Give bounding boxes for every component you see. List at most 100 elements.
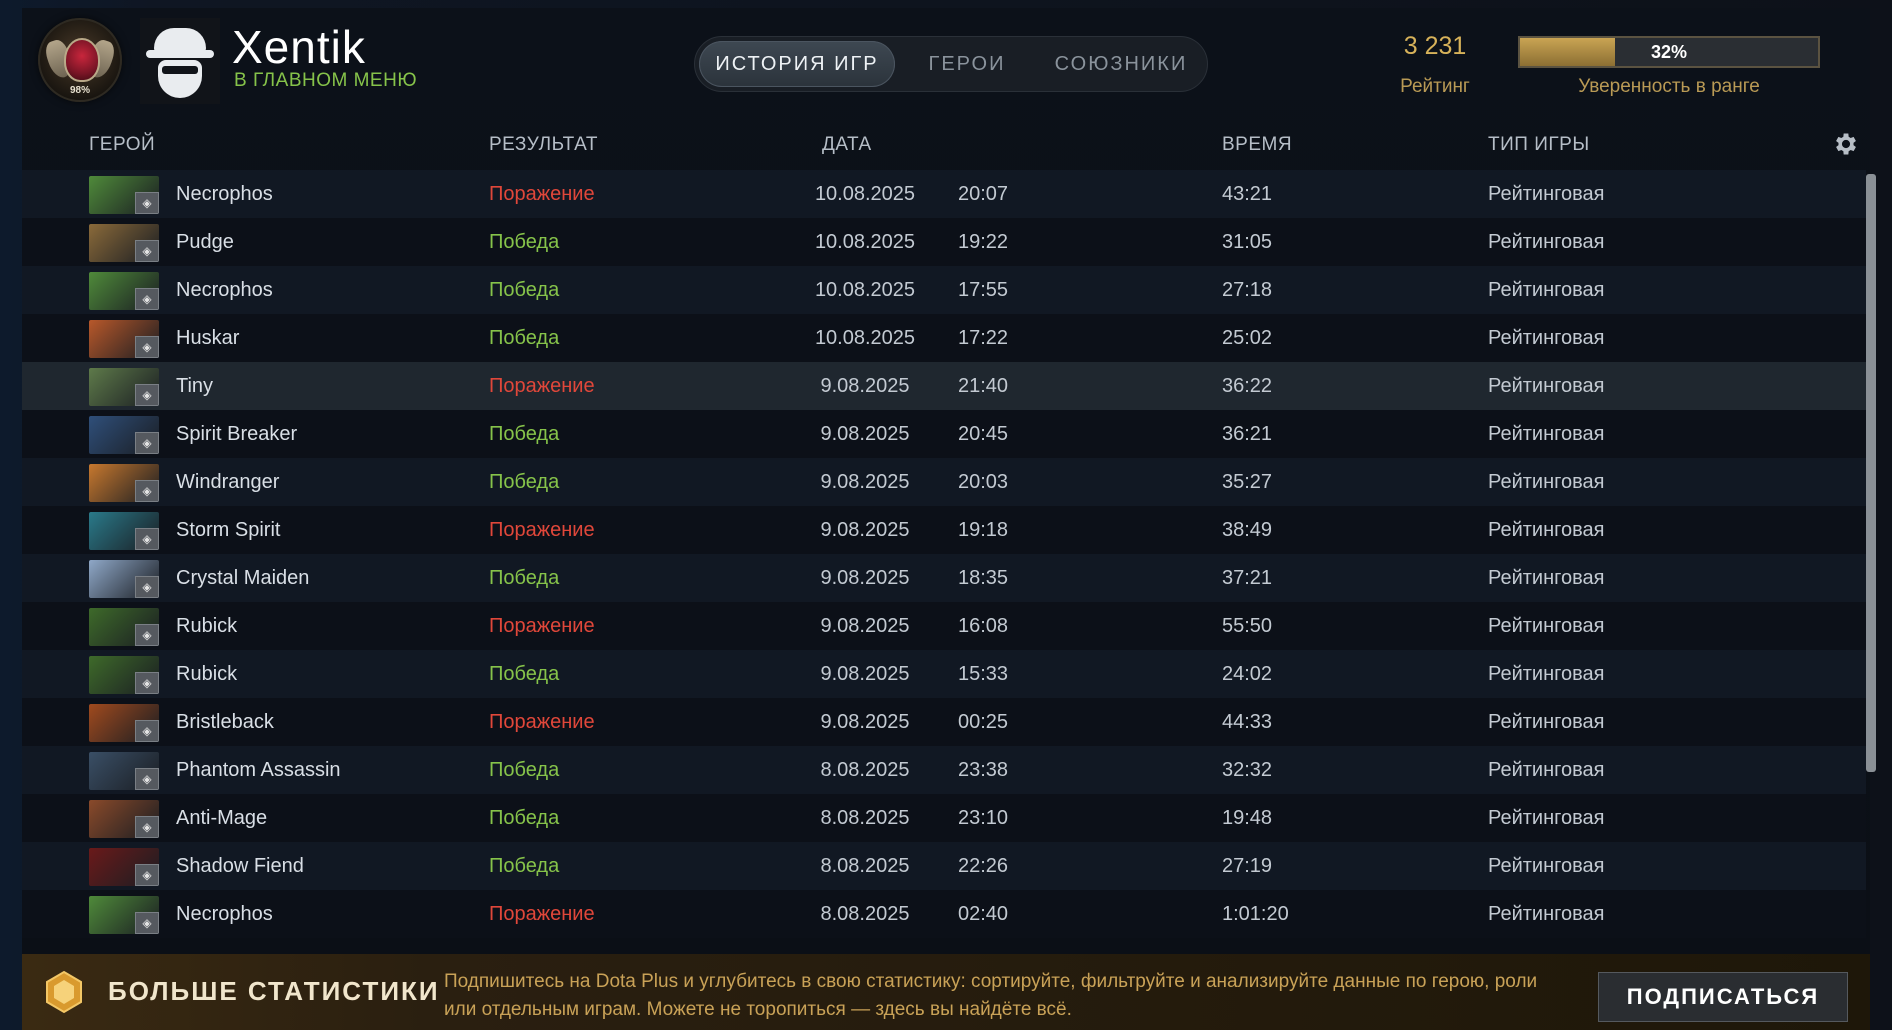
game-type: Рейтинговая (1488, 279, 1605, 301)
rating-value: 3 231 (1403, 32, 1467, 60)
game-type: Рейтинговая (1488, 711, 1605, 733)
column-header-date[interactable]: ДАТА (822, 134, 872, 156)
match-date: 10.08.2025 (814, 327, 916, 349)
hero-role-icon: ◈ (135, 912, 159, 934)
match-duration: 36:22 (1222, 375, 1273, 397)
table-row[interactable]: ◈ Pudge Победа 10.08.2025 19:22 31:05 Рейтинго… (22, 218, 1866, 266)
hero-name: Bristleback (176, 711, 274, 733)
column-header-duration[interactable]: ВРЕМЯ (1222, 134, 1292, 156)
table-row[interactable]: ◈ Necrophos Поражение 8.08.2025 02:40 1:01:20… (22, 890, 1866, 938)
match-time: 21:40 (958, 375, 1009, 397)
hero-name: Crystal Maiden (176, 567, 310, 589)
match-result: Победа (489, 327, 560, 349)
game-type: Рейтинговая (1488, 327, 1605, 349)
hero-portrait: ◈ (89, 176, 159, 214)
match-date: 9.08.2025 (820, 423, 910, 445)
hero-name: Spirit Breaker (176, 423, 298, 445)
game-type: Рейтинговая (1488, 519, 1605, 541)
match-time: 15:33 (958, 663, 1009, 685)
table-row[interactable]: ◈ Rubick Поражение 9.08.2025 16:08 55:50 Рейти… (22, 602, 1866, 650)
rank-medal-icon[interactable]: 98% (38, 18, 122, 102)
hero-role-icon: ◈ (135, 240, 159, 262)
column-header-game-type[interactable]: ТИП ИГРЫ (1488, 134, 1590, 156)
hero-portrait: ◈ (89, 416, 159, 454)
table-row[interactable]: ◈ Huskar Победа 10.08.2025 17:22 25:02 Рейтинг… (22, 314, 1866, 362)
hero-name: Phantom Assassin (176, 759, 341, 781)
table-row[interactable]: ◈ Crystal Maiden Победа 9.08.2025 18:35 37:21… (22, 554, 1866, 602)
hero-name: Huskar (176, 327, 240, 349)
table-row[interactable]: ◈ Tiny Поражение 9.08.2025 21:40 36:22 Рейтинг… (22, 362, 1866, 410)
match-duration: 35:27 (1222, 471, 1273, 493)
hero-role-icon: ◈ (135, 768, 159, 790)
table-row[interactable]: ◈ Spirit Breaker Победа 9.08.2025 20:45 36:21… (22, 410, 1866, 458)
match-time: 17:22 (958, 327, 1009, 349)
tab-allies[interactable]: СОЮЗНИКИ (1039, 41, 1203, 87)
rank-percent: 98% (69, 85, 90, 96)
hero-role-icon: ◈ (135, 720, 159, 742)
game-type: Рейтинговая (1488, 183, 1605, 205)
game-type: Рейтинговая (1488, 759, 1605, 781)
hero-name: Windranger (176, 471, 280, 493)
match-duration: 38:49 (1222, 519, 1273, 541)
match-time: 16:08 (958, 615, 1009, 637)
game-type: Рейтинговая (1488, 903, 1605, 925)
table-row[interactable]: ◈ Rubick Победа 9.08.2025 15:33 24:02 Рейтинго… (22, 650, 1866, 698)
hero-portrait: ◈ (89, 368, 159, 406)
game-type: Рейтинговая (1488, 567, 1605, 589)
column-header-result[interactable]: РЕЗУЛЬТАТ (489, 134, 598, 156)
match-result: Поражение (489, 903, 595, 925)
match-date: 8.08.2025 (820, 855, 910, 877)
hero-portrait: ◈ (89, 704, 159, 742)
hero-name: Rubick (176, 663, 238, 685)
tab-match-history[interactable]: ИСТОРИЯ ИГР (699, 41, 895, 87)
match-date: 9.08.2025 (820, 663, 910, 685)
table-row[interactable]: ◈ Windranger Победа 9.08.2025 20:03 35:27 Рейт… (22, 458, 1866, 506)
table-row[interactable]: ◈ Necrophos Победа 10.08.2025 17:55 27:18 Рейт… (22, 266, 1866, 314)
match-date: 8.08.2025 (820, 759, 910, 781)
scrollbar[interactable] (1866, 174, 1876, 772)
match-result: Победа (489, 663, 560, 685)
hero-name: Tiny (176, 375, 214, 397)
tab-heroes[interactable]: ГЕРОИ (899, 41, 1035, 87)
match-date: 9.08.2025 (820, 711, 910, 733)
settings-gear-icon[interactable] (1832, 130, 1860, 158)
match-history-table: ◈ Necrophos Поражение 10.08.2025 20:07 43:21 Р… (22, 170, 1866, 938)
match-result: Победа (489, 567, 560, 589)
avatar[interactable] (140, 18, 220, 104)
match-date: 9.08.2025 (820, 567, 910, 589)
match-duration: 55:50 (1222, 615, 1273, 637)
rating-label: Рейтинг (1400, 76, 1470, 97)
match-time: 20:03 (958, 471, 1009, 493)
table-row[interactable]: ◈ Phantom Assassin Победа 8.08.2025 23:38 32:… (22, 746, 1866, 794)
subscribe-button[interactable]: ПОДПИСАТЬСЯ (1598, 972, 1848, 1022)
hero-name: Pudge (176, 231, 234, 253)
table-row[interactable]: ◈ Shadow Fiend Победа 8.08.2025 22:26 27:19 Ре… (22, 842, 1866, 890)
match-time: 19:18 (958, 519, 1009, 541)
column-header-hero[interactable]: ГЕРОЙ (89, 134, 155, 156)
match-result: Поражение (489, 711, 595, 733)
match-result: Победа (489, 807, 560, 829)
hero-role-icon: ◈ (135, 336, 159, 358)
hero-role-icon: ◈ (135, 672, 159, 694)
game-type: Рейтинговая (1488, 615, 1605, 637)
dota-plus-icon (46, 970, 82, 1014)
game-type: Рейтинговая (1488, 663, 1605, 685)
match-duration: 27:18 (1222, 279, 1273, 301)
back-to-main-menu-link[interactable]: В ГЛАВНОМ МЕНЮ (234, 70, 417, 92)
match-duration: 44:33 (1222, 711, 1273, 733)
table-row[interactable]: ◈ Anti-Mage Победа 8.08.2025 23:10 19:48 Рейти… (22, 794, 1866, 842)
hero-portrait: ◈ (89, 512, 159, 550)
match-duration: 43:21 (1222, 183, 1273, 205)
hero-portrait: ◈ (89, 272, 159, 310)
hero-role-icon: ◈ (135, 384, 159, 406)
hero-portrait: ◈ (89, 848, 159, 886)
hero-portrait: ◈ (89, 224, 159, 262)
hero-name: Storm Spirit (176, 519, 281, 541)
hero-role-icon: ◈ (135, 816, 159, 838)
table-row[interactable]: ◈ Storm Spirit Поражение 9.08.2025 19:18 38:4… (22, 506, 1866, 554)
table-row[interactable]: ◈ Necrophos Поражение 10.08.2025 20:07 43:21 Р… (22, 170, 1866, 218)
match-time: 22:26 (958, 855, 1009, 877)
username: Xentik (232, 21, 366, 73)
hero-portrait: ◈ (89, 752, 159, 790)
table-row[interactable]: ◈ Bristleback Поражение 9.08.2025 00:25 44:33… (22, 698, 1866, 746)
